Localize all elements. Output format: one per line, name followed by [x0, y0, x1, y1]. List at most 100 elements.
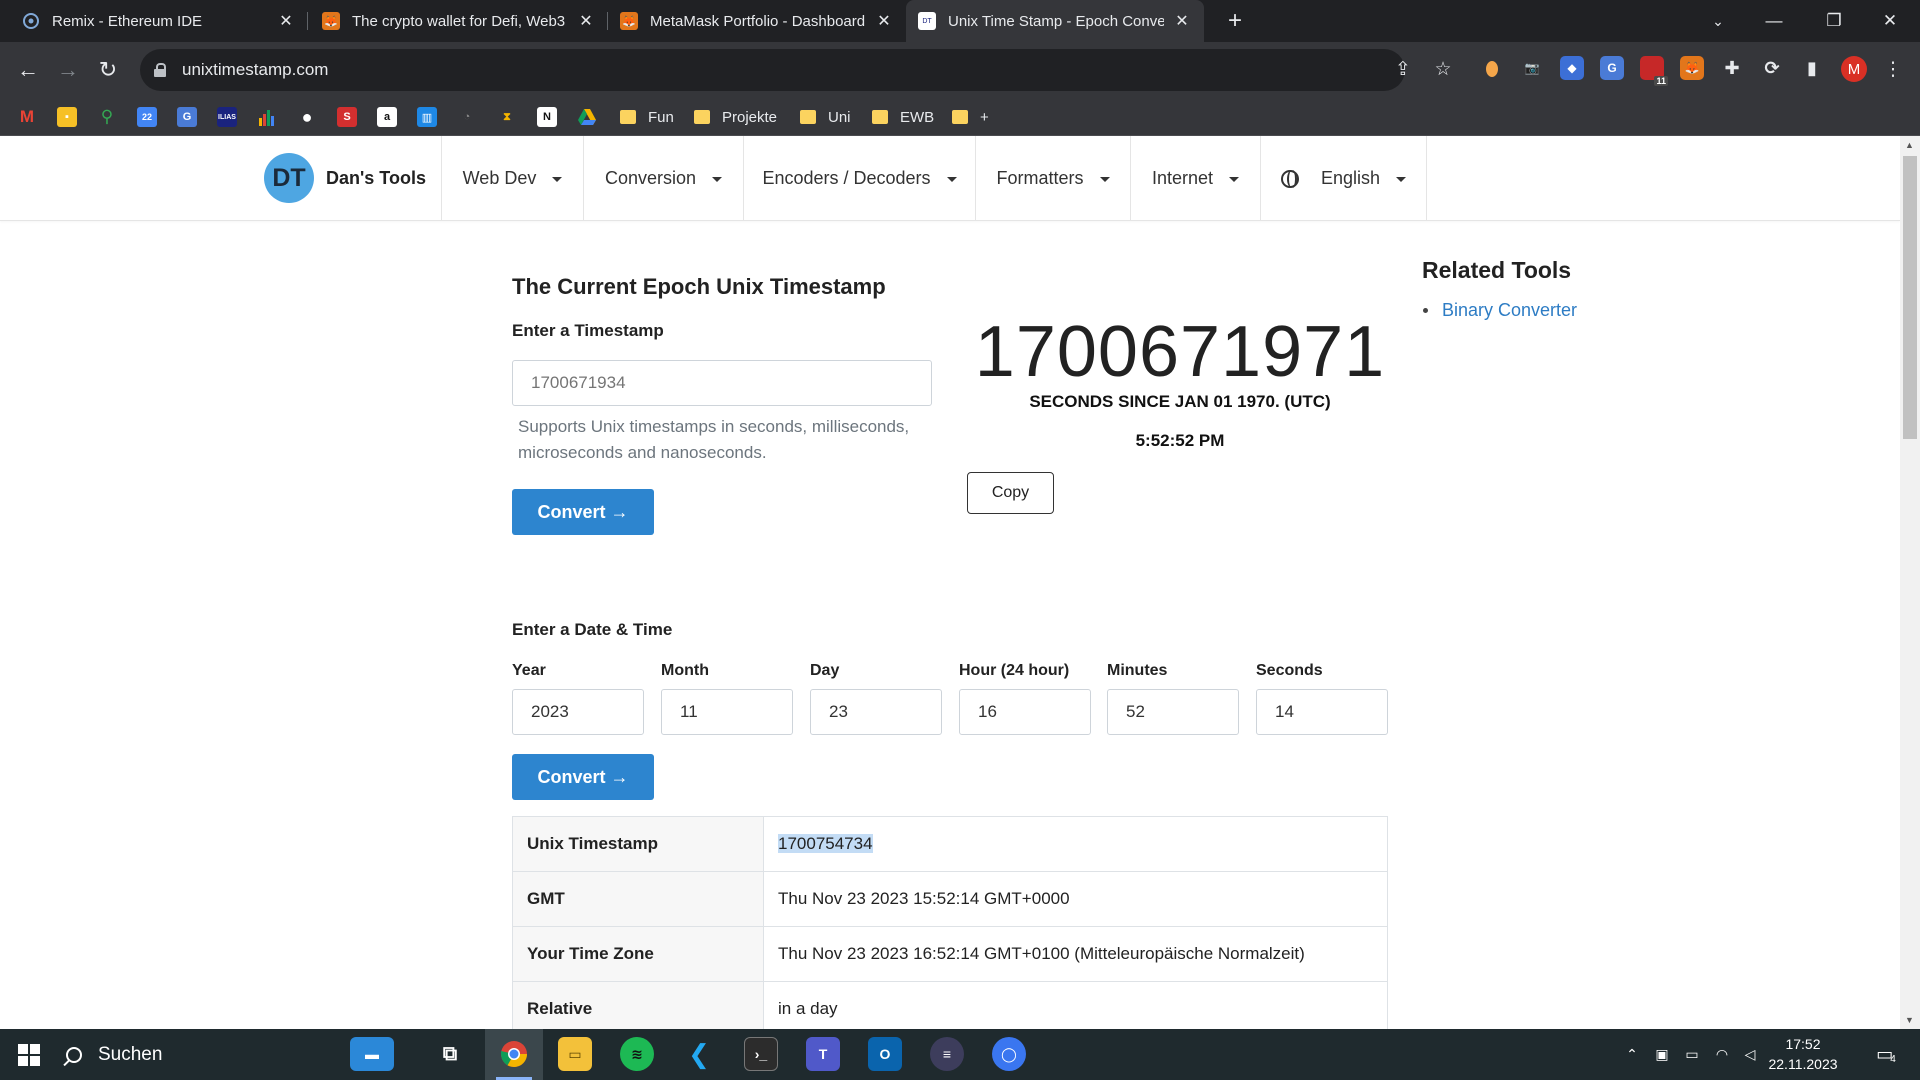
teams-icon[interactable]: T [806, 1037, 840, 1071]
seconds-input[interactable]: 14 [1256, 689, 1388, 735]
loading-icon[interactable]: ◔ [457, 107, 477, 127]
close-window-button[interactable]: ✕ [1862, 0, 1918, 42]
convert-date-button[interactable]: Convert → [512, 754, 654, 800]
minimize-button[interactable]: — [1746, 0, 1802, 42]
new-tab-button[interactable]: + [1220, 6, 1250, 36]
year-input[interactable]: 2023 [512, 689, 644, 735]
reload-icon[interactable]: ↻ [90, 52, 126, 88]
back-icon[interactable]: ← [10, 52, 46, 88]
calendar-icon[interactable]: 22 [137, 107, 157, 127]
file-explorer-widget-icon[interactable]: ▬ [350, 1037, 394, 1071]
row-value[interactable]: 1700754734 [763, 816, 1388, 872]
signal-icon[interactable]: ◯ [992, 1037, 1026, 1071]
wifi-icon[interactable]: ◠ [1710, 1029, 1734, 1080]
nav-language[interactable]: English [1260, 136, 1427, 221]
chrome-icon[interactable] [497, 1037, 531, 1071]
folder-icon [620, 110, 636, 124]
trello-icon[interactable]: ▥ [417, 107, 437, 127]
file-explorer-icon[interactable]: ▭ [558, 1037, 592, 1071]
extension-icon[interactable]: ◆ [1560, 56, 1584, 80]
copy-button[interactable]: Copy [967, 472, 1054, 514]
tray-expand-icon[interactable]: ⌃ [1620, 1029, 1644, 1080]
outlook-icon[interactable]: O [868, 1037, 902, 1071]
windows-start-icon[interactable] [18, 1044, 40, 1066]
metamask-fox-icon[interactable]: 🦊 [1680, 56, 1704, 80]
nav-formatters[interactable]: Formatters [975, 136, 1130, 221]
task-view-icon[interactable]: ⧉ [433, 1037, 467, 1071]
tab-metamask[interactable]: 🦊 The crypto wallet for Defi, Web3 ✕ [310, 0, 608, 42]
related-tool-link[interactable]: Binary Converter [1422, 300, 1577, 321]
app-icon[interactable]: ≡ [930, 1037, 964, 1071]
unix-timestamp-result[interactable]: 1700754734 [778, 834, 873, 853]
tray-device-icon[interactable]: ▣ [1650, 1029, 1674, 1080]
bookmark-folder-fun[interactable]: Fun [620, 107, 674, 127]
restore-button[interactable]: ❐ [1806, 0, 1862, 42]
nav-encoders-decoders[interactable]: Encoders / Decoders [743, 136, 975, 221]
ilias-icon[interactable]: ILIAS [217, 107, 237, 127]
ublock-icon[interactable]: 11 [1640, 56, 1668, 86]
chart-icon[interactable] [257, 107, 277, 127]
month-input[interactable]: 11 [661, 689, 793, 735]
scroll-down-icon[interactable]: ▼ [1905, 1015, 1914, 1025]
menu-icon[interactable]: ⋮ [1880, 56, 1906, 82]
nav-internet[interactable]: Internet [1130, 136, 1260, 221]
bookmark-folder-uni[interactable]: Uni [800, 107, 851, 127]
battery-icon[interactable]: ▭ [1680, 1029, 1704, 1080]
puzzle-icon[interactable]: ✚ [1720, 56, 1744, 80]
timestamp-input[interactable] [512, 360, 932, 406]
profile-avatar[interactable]: M [1841, 56, 1867, 82]
day-input[interactable]: 23 [810, 689, 942, 735]
row-value[interactable]: in a day [763, 981, 1388, 1029]
spotify-icon[interactable]: ≋ [620, 1037, 654, 1071]
scroll-up-icon[interactable]: ▲ [1905, 140, 1914, 150]
site-brand[interactable]: DT Dan's Tools [264, 153, 426, 203]
address-bar[interactable]: unixtimestamp.com [140, 49, 1405, 91]
scrollbar-thumb[interactable] [1903, 156, 1917, 439]
github-icon[interactable]: ● [297, 107, 317, 127]
close-icon[interactable]: ✕ [276, 11, 296, 31]
caret-down-icon [712, 177, 723, 182]
notification-icon[interactable]: ▭ 4 [1866, 1029, 1906, 1080]
nav-web-dev[interactable]: Web Dev [441, 136, 583, 221]
bookmark-folder-add[interactable]: + [952, 107, 989, 127]
sparkasse-icon[interactable]: S [337, 107, 357, 127]
forward-icon[interactable]: → [50, 52, 86, 88]
close-icon[interactable]: ✕ [1172, 11, 1192, 31]
row-value[interactable]: Thu Nov 23 2023 16:52:14 GMT+0100 (Mitte… [763, 926, 1388, 982]
bookmark-star-icon[interactable]: ☆ [1430, 56, 1456, 82]
convert-timestamp-button[interactable]: Convert → [512, 489, 654, 535]
translate-icon[interactable]: G [177, 107, 197, 127]
terminal-icon[interactable]: ›_ [744, 1037, 778, 1071]
day-label: Day [810, 662, 840, 679]
close-icon[interactable]: ✕ [576, 11, 596, 31]
vscode-icon[interactable]: ❮ [682, 1037, 716, 1071]
translate-icon[interactable]: G [1600, 56, 1624, 80]
taskbar-search[interactable]: Suchen [66, 1029, 162, 1080]
notion-icon[interactable]: N [537, 107, 557, 127]
close-icon[interactable]: ✕ [874, 11, 894, 31]
row-value[interactable]: Thu Nov 23 2023 15:52:14 GMT+0000 [763, 871, 1388, 927]
tab-search-icon[interactable]: ⌄ [1690, 0, 1746, 42]
camera-icon[interactable]: 📷 [1520, 56, 1544, 80]
page-scrollbar[interactable]: ▲ ▼ [1900, 136, 1920, 1029]
bookmark-folder-projekte[interactable]: Projekte [694, 107, 777, 127]
tab-remix[interactable]: Remix - Ethereum IDE ✕ [10, 0, 308, 42]
maps-icon[interactable]: ⚲ [97, 107, 117, 127]
amazon-icon[interactable]: a [377, 107, 397, 127]
share-icon[interactable]: ⇪ [1390, 56, 1416, 82]
tab-metamask-portfolio[interactable]: 🦊 MetaMask Portfolio - Dashboard ✕ [608, 0, 906, 42]
minutes-input[interactable]: 52 [1107, 689, 1239, 735]
bookmark-folder-ewb[interactable]: EWB [872, 107, 934, 127]
sync-icon[interactable]: ⟳ [1760, 56, 1784, 80]
tab-unix-timestamp[interactable]: DT Unix Time Stamp - Epoch Conve ✕ [906, 0, 1204, 42]
hour-input[interactable]: 16 [959, 689, 1091, 735]
system-clock[interactable]: 17:52 22.11.2023 [1758, 1034, 1848, 1074]
keep-icon[interactable]: ▪ [57, 107, 77, 127]
side-panel-icon[interactable]: ▮ [1800, 56, 1824, 80]
gmail-icon[interactable]: M [17, 107, 37, 127]
bookmark-icon[interactable]: ⧗ [497, 107, 517, 127]
extension-icon[interactable] [1480, 56, 1504, 80]
month-label: Month [661, 662, 709, 679]
drive-icon[interactable] [577, 107, 597, 127]
nav-conversion[interactable]: Conversion [583, 136, 743, 221]
